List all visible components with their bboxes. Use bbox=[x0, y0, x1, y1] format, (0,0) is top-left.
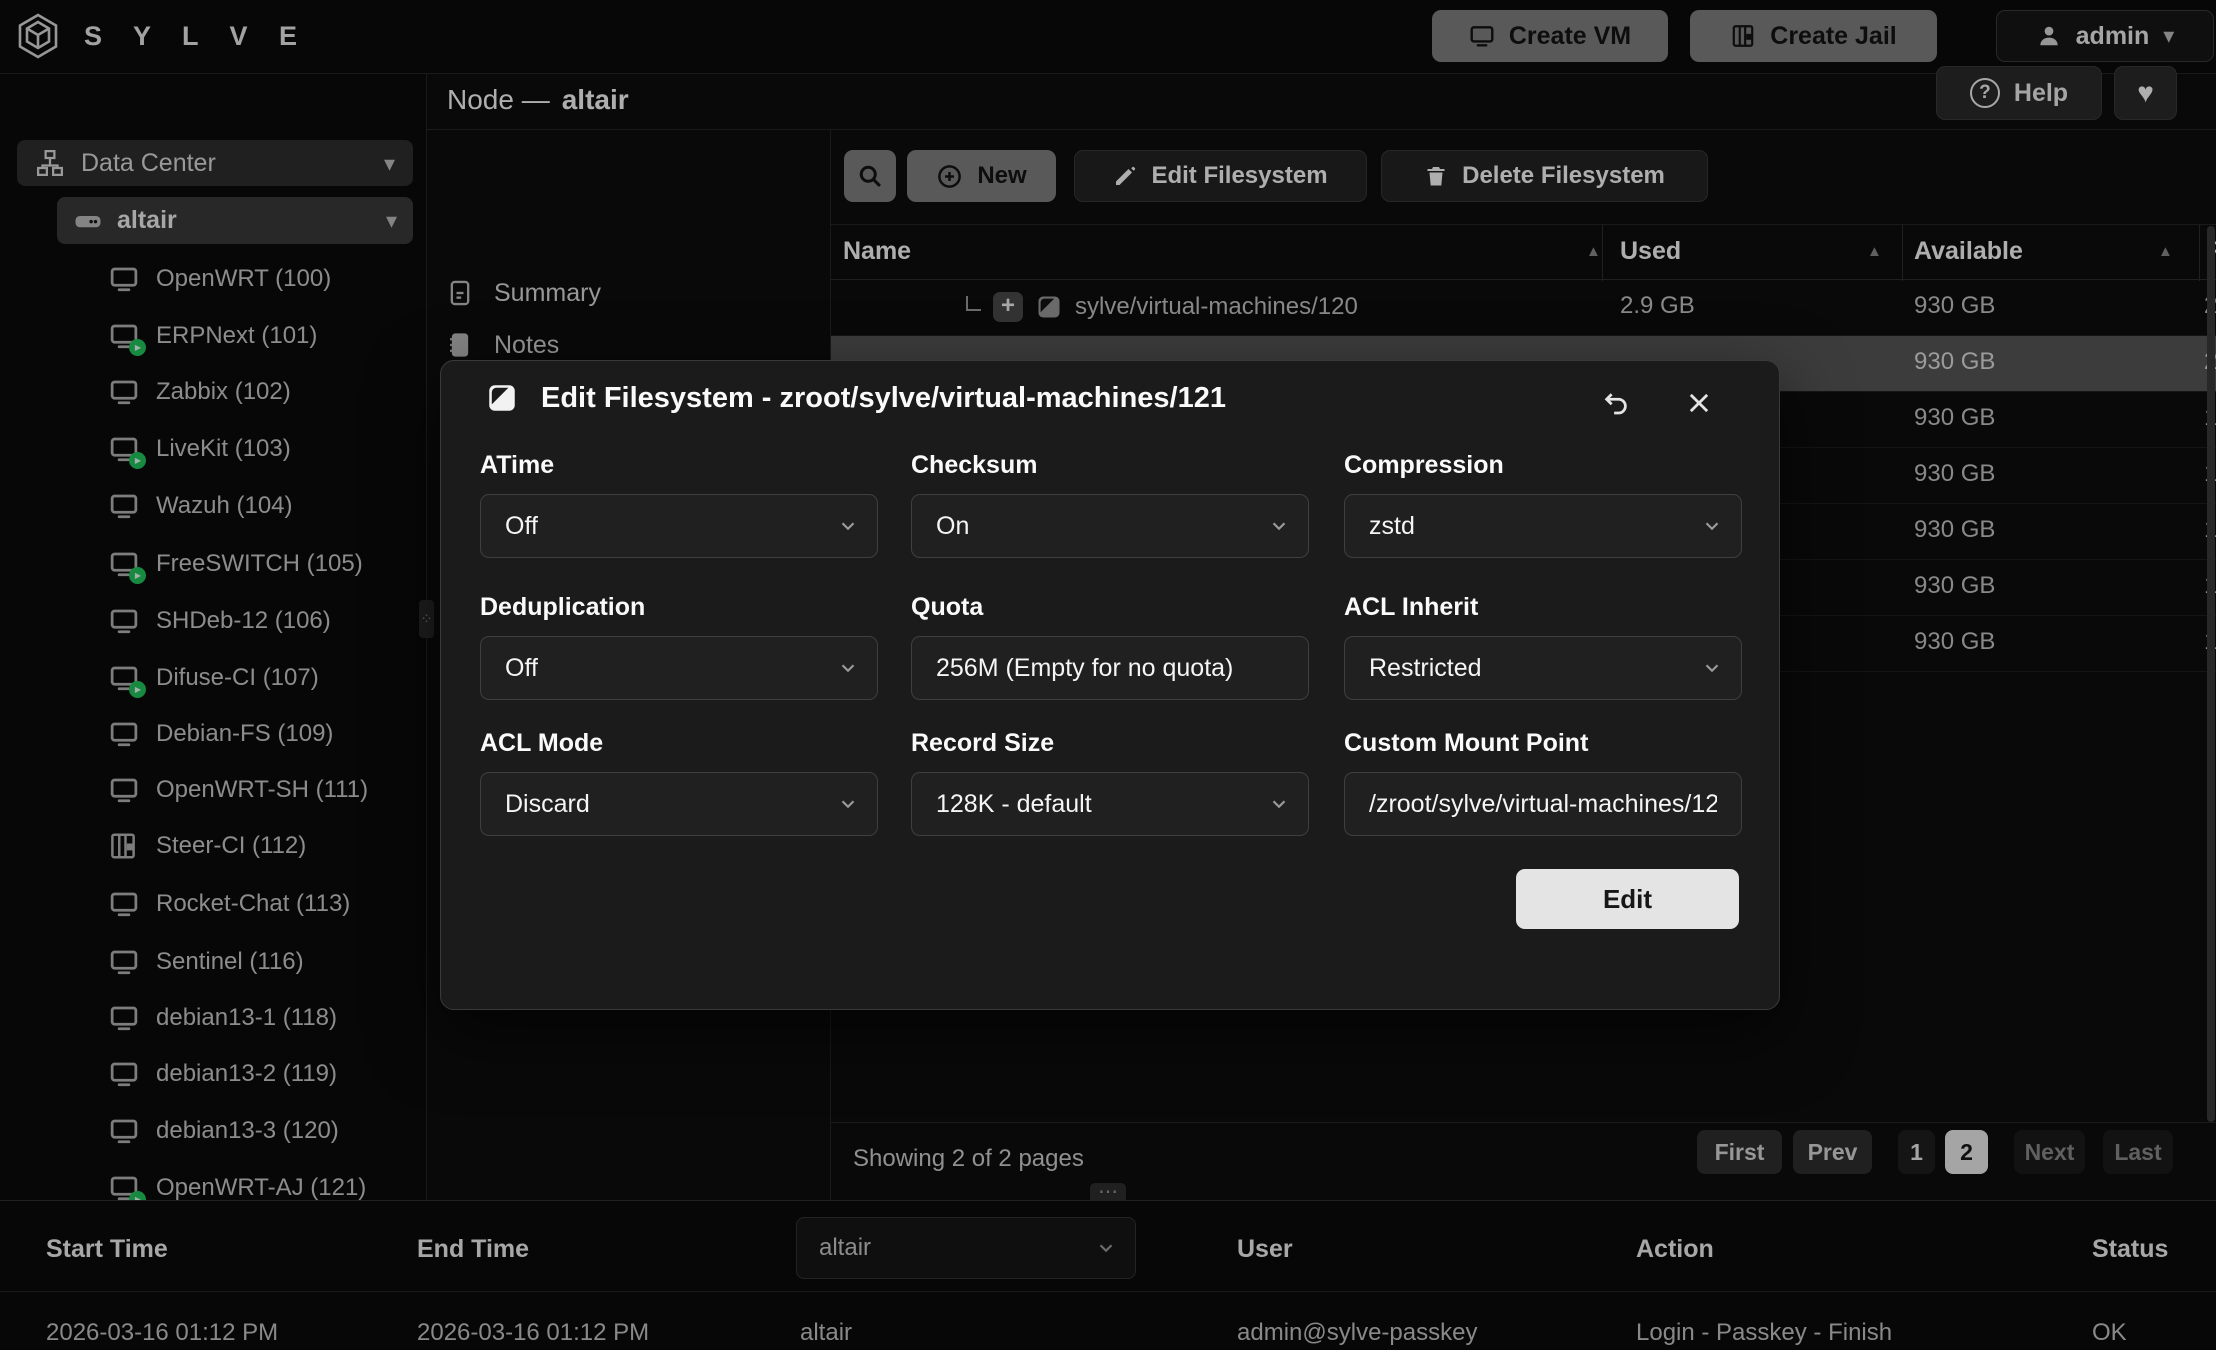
chevron-down-icon bbox=[837, 657, 859, 679]
checksum-select[interactable]: On bbox=[911, 494, 1309, 558]
field-atime: ATime Off bbox=[480, 451, 878, 480]
field-label: ACL Mode bbox=[480, 729, 878, 758]
chevron-down-icon bbox=[837, 515, 859, 537]
field-compression: Compression zstd bbox=[1344, 451, 1742, 480]
chevron-down-icon bbox=[1268, 793, 1290, 815]
acl-mode-select[interactable]: Discard bbox=[480, 772, 878, 836]
select-value: Discard bbox=[505, 790, 590, 819]
select-value: On bbox=[936, 512, 969, 541]
chevron-down-icon bbox=[1268, 515, 1290, 537]
field-custom-mount-point: Custom Mount Point bbox=[1344, 729, 1742, 758]
acl-inherit-select[interactable]: Restricted bbox=[1344, 636, 1742, 700]
compression-select[interactable]: zstd bbox=[1344, 494, 1742, 558]
chevron-down-icon bbox=[1701, 515, 1723, 537]
field-label: Compression bbox=[1344, 451, 1742, 480]
field-acl-mode: ACL Mode Discard bbox=[480, 729, 878, 758]
field-deduplication: Deduplication Off bbox=[480, 593, 878, 622]
field-label: ATime bbox=[480, 451, 878, 480]
dataset-icon bbox=[485, 381, 519, 415]
deduplication-select[interactable]: Off bbox=[480, 636, 878, 700]
field-label: Custom Mount Point bbox=[1344, 729, 1742, 758]
app-root: S Y L V E Create VM Create Jail admin bbox=[0, 0, 2216, 1350]
field-label: Deduplication bbox=[480, 593, 878, 622]
field-label: Record Size bbox=[911, 729, 1309, 758]
field-label: Checksum bbox=[911, 451, 1309, 480]
record-size-select[interactable]: 128K - default bbox=[911, 772, 1309, 836]
atime-select[interactable]: Off bbox=[480, 494, 878, 558]
field-quota: Quota bbox=[911, 593, 1309, 622]
field-acl-inherit: ACL Inherit Restricted bbox=[1344, 593, 1742, 622]
chevron-down-icon bbox=[837, 793, 859, 815]
field-label: Quota bbox=[911, 593, 1309, 622]
reset-button[interactable] bbox=[1596, 383, 1636, 423]
quota-input[interactable] bbox=[911, 636, 1309, 700]
select-value: Restricted bbox=[1369, 654, 1482, 683]
edit-filesystem-modal: Edit Filesystem - zroot/sylve/virtual-ma… bbox=[440, 360, 1780, 1010]
field-record-size: Record Size 128K - default bbox=[911, 729, 1309, 758]
select-value: zstd bbox=[1369, 512, 1415, 541]
modal-header: Edit Filesystem - zroot/sylve/virtual-ma… bbox=[485, 381, 1226, 415]
submit-edit-button[interactable]: Edit bbox=[1516, 869, 1739, 929]
modal-title: Edit Filesystem - zroot/sylve/virtual-ma… bbox=[541, 382, 1226, 415]
field-label: ACL Inherit bbox=[1344, 593, 1742, 622]
select-value: Off bbox=[505, 512, 538, 541]
chevron-down-icon bbox=[1701, 657, 1723, 679]
select-value: Off bbox=[505, 654, 538, 683]
close-icon[interactable] bbox=[1679, 383, 1719, 423]
field-checksum: Checksum On bbox=[911, 451, 1309, 480]
select-value: 128K - default bbox=[936, 790, 1092, 819]
mount-point-input[interactable] bbox=[1344, 772, 1742, 836]
